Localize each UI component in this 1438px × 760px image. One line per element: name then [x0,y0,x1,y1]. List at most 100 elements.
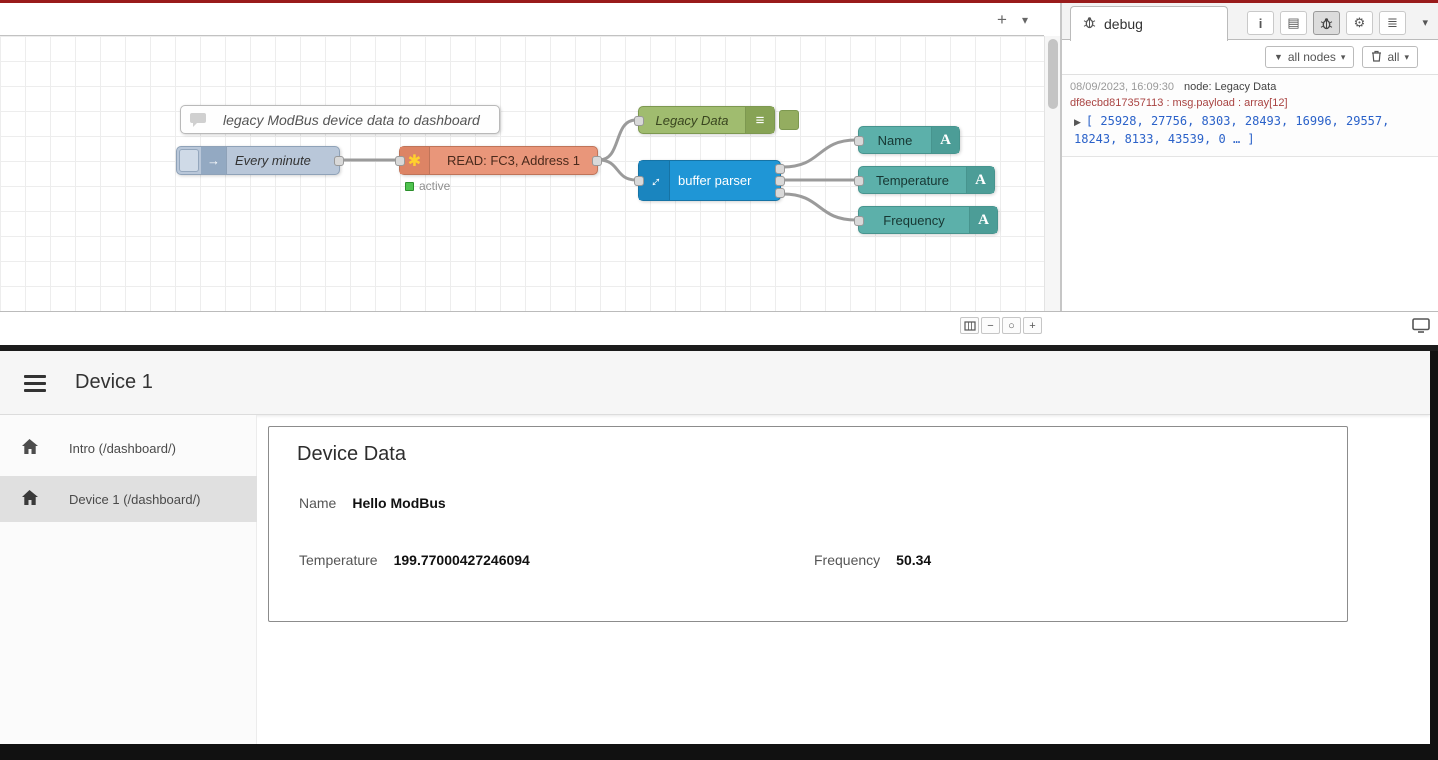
ui-node-label: Frequency [859,207,969,233]
comment-bubble-icon [181,106,215,133]
add-flow-button[interactable]: + [990,8,1014,32]
clear-messages-button[interactable]: all ▾ [1362,46,1418,68]
home-icon [20,489,39,509]
input-port[interactable] [854,216,864,226]
config-tab-button[interactable]: ⚙ [1346,11,1373,35]
input-port[interactable] [634,116,644,126]
debug-message-list[interactable]: 08/09/2023, 16:09:30 node: Legacy Data d… [1062,74,1438,311]
name-field: Name Hello ModBus [299,495,446,511]
message-payload: ▶[ 25928, 27756, 8303, 28493, 16996, 295… [1070,112,1430,148]
temperature-field: Temperature 199.77000427246094 [299,552,530,568]
caret-down-icon: ▾ [1341,52,1346,63]
frequency-value: 50.34 [896,552,931,568]
name-value: Hello ModBus [352,495,445,511]
output-port[interactable] [775,188,785,198]
output-port[interactable] [775,164,785,174]
open-debug-window-icon[interactable] [1412,318,1430,338]
trash-icon [1371,50,1382,65]
message-timestamp: 08/09/2023, 16:09:30 [1070,81,1174,93]
info-tab-button[interactable]: i [1247,11,1274,35]
tab-debug[interactable]: debug [1070,6,1228,41]
expand-payload-toggle[interactable]: ▶ [1074,117,1081,127]
caret-down-icon: ▾ [1404,52,1409,63]
input-port[interactable] [634,176,644,186]
debug-sidebar-icon: ≡ [745,107,774,133]
comment-node[interactable]: legacy ModBus device data to dashboard [180,105,500,134]
ui-node-label: Temperature [859,167,966,193]
name-label: Name [299,495,336,511]
modbus-node-label: READ: FC3, Address 1 [430,147,597,174]
debug-filter-row: ▼ all nodes ▾ all ▾ [1062,40,1438,74]
zoom-in-button[interactable]: + [1023,317,1042,334]
message-source-node: node: Legacy Data [1184,81,1276,93]
output-port[interactable] [592,156,602,166]
debug-node-label: Legacy Data [639,107,745,133]
bug-icon [1083,16,1096,32]
ui-text-node-temperature[interactable]: Temperature A [858,166,995,194]
card-title: Device Data [297,443,406,466]
buffer-parser-node[interactable]: ↔ buffer parser [638,160,781,201]
frequency-field: Frequency 50.34 [814,552,931,568]
scrollbar-thumb[interactable] [1048,39,1058,109]
editor-footer: − ○ + [0,311,1438,338]
home-icon [20,438,39,458]
ui-text-node-frequency[interactable]: Frequency A [858,206,998,234]
canvas-scrollbar[interactable] [1044,36,1060,311]
flow-canvas[interactable]: legacy ModBus device data to dashboard →… [0,36,1044,311]
input-port[interactable] [854,176,864,186]
bug-icon [1320,17,1333,30]
parser-node-label: buffer parser [670,161,780,200]
debug-toggle-button[interactable] [779,110,799,130]
clear-messages-label: all [1387,50,1399,64]
inject-arrow-icon: → [201,147,227,174]
output-port[interactable] [775,176,785,186]
sidebar-item-device1[interactable]: Device 1 (/dashboard/) [0,476,257,522]
sidebar-tab-buttons: i ▤ ⚙ ≣ [1247,11,1406,35]
zoom-controls: − ○ + [960,317,1042,334]
sidebar-menu-caret[interactable]: ▾ [1422,16,1428,29]
modbus-status: active [405,179,450,193]
input-port[interactable] [395,156,405,166]
debug-message: 08/09/2023, 16:09:30 node: Legacy Data d… [1062,75,1438,157]
output-port[interactable] [334,156,344,166]
sidebar-item-label: Device 1 (/dashboard/) [69,492,201,507]
debug-node[interactable]: Legacy Data ≡ [638,106,775,134]
device-data-card: Device Data Name Hello ModBus Temperatur… [268,426,1348,622]
status-dot-icon [405,182,414,191]
dashboard-header: Device 1 [0,351,1430,415]
zoom-reset-button[interactable]: ○ [1002,317,1021,334]
payload-array: [ 25928, 27756, 8303, 28493, 16996, 2955… [1074,114,1389,146]
window-bottom-edge [0,744,1438,760]
input-port[interactable] [854,136,864,146]
temperature-value: 199.77000427246094 [394,552,530,568]
status-text: active [419,179,450,193]
debug-tab-button[interactable] [1313,11,1340,35]
inject-button[interactable] [179,149,199,172]
dashboard-title: Device 1 [75,371,153,394]
dashboard-sidebar: Intro (/dashboard/) Device 1 (/dashboard… [0,415,257,744]
window-right-edge [1430,351,1438,760]
filter-nodes-label: all nodes [1288,50,1336,64]
zoom-out-button[interactable]: − [981,317,1000,334]
menu-icon[interactable] [24,375,46,392]
modbus-read-node[interactable]: ✱ READ: FC3, Address 1 [399,146,598,175]
temperature-label: Temperature [299,552,378,568]
help-tab-button[interactable]: ▤ [1280,11,1307,35]
screen: + ▾ legacy ModBus device data to dashboa… [0,0,1438,760]
sidebar-item-label: Intro (/dashboard/) [69,441,176,456]
text-a-icon: A [966,167,994,193]
frequency-label: Frequency [814,552,880,568]
navigator-button[interactable] [960,317,979,334]
flow-tabbar: + ▾ [0,3,1044,36]
message-meta: df8ecbd817357113 : msg.payload : array[1… [1070,97,1430,109]
funnel-icon: ▼ [1274,52,1283,62]
flow-list-button[interactable]: ▾ [1022,13,1028,27]
text-a-icon: A [931,127,959,153]
sidebar-item-intro[interactable]: Intro (/dashboard/) [0,425,257,471]
context-tab-button[interactable]: ≣ [1379,11,1406,35]
filter-nodes-button[interactable]: ▼ all nodes ▾ [1265,46,1355,68]
inject-node[interactable]: → Every minute [176,146,340,175]
inject-node-label: Every minute [227,147,339,174]
ui-text-node-name[interactable]: Name A [858,126,960,154]
ui-node-label: Name [859,127,931,153]
